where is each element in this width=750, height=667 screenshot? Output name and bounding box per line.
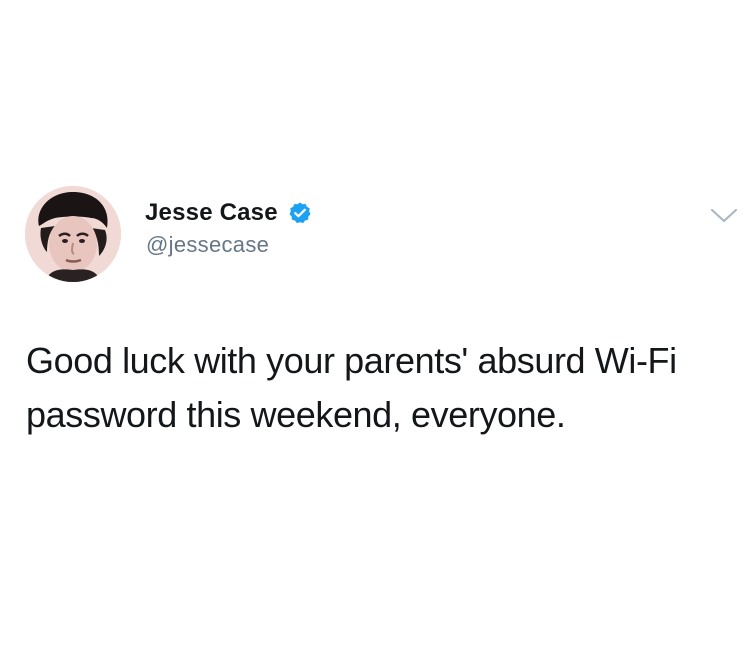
tweet-text: Good luck with your parents' absurd Wi-F… [26, 340, 677, 435]
avatar[interactable] [25, 186, 121, 282]
page: Jesse Case @jessecase Good luck with you… [0, 0, 750, 667]
tweet-card: Jesse Case @jessecase Good luck with you… [0, 0, 750, 667]
user-handle[interactable]: @jessecase [146, 232, 269, 258]
verified-badge-icon [288, 201, 312, 225]
chevron-down-icon[interactable] [708, 202, 740, 228]
display-name[interactable]: Jesse Case [145, 199, 278, 227]
author-name-row: Jesse Case [145, 198, 312, 228]
profile-photo-icon [25, 186, 121, 282]
